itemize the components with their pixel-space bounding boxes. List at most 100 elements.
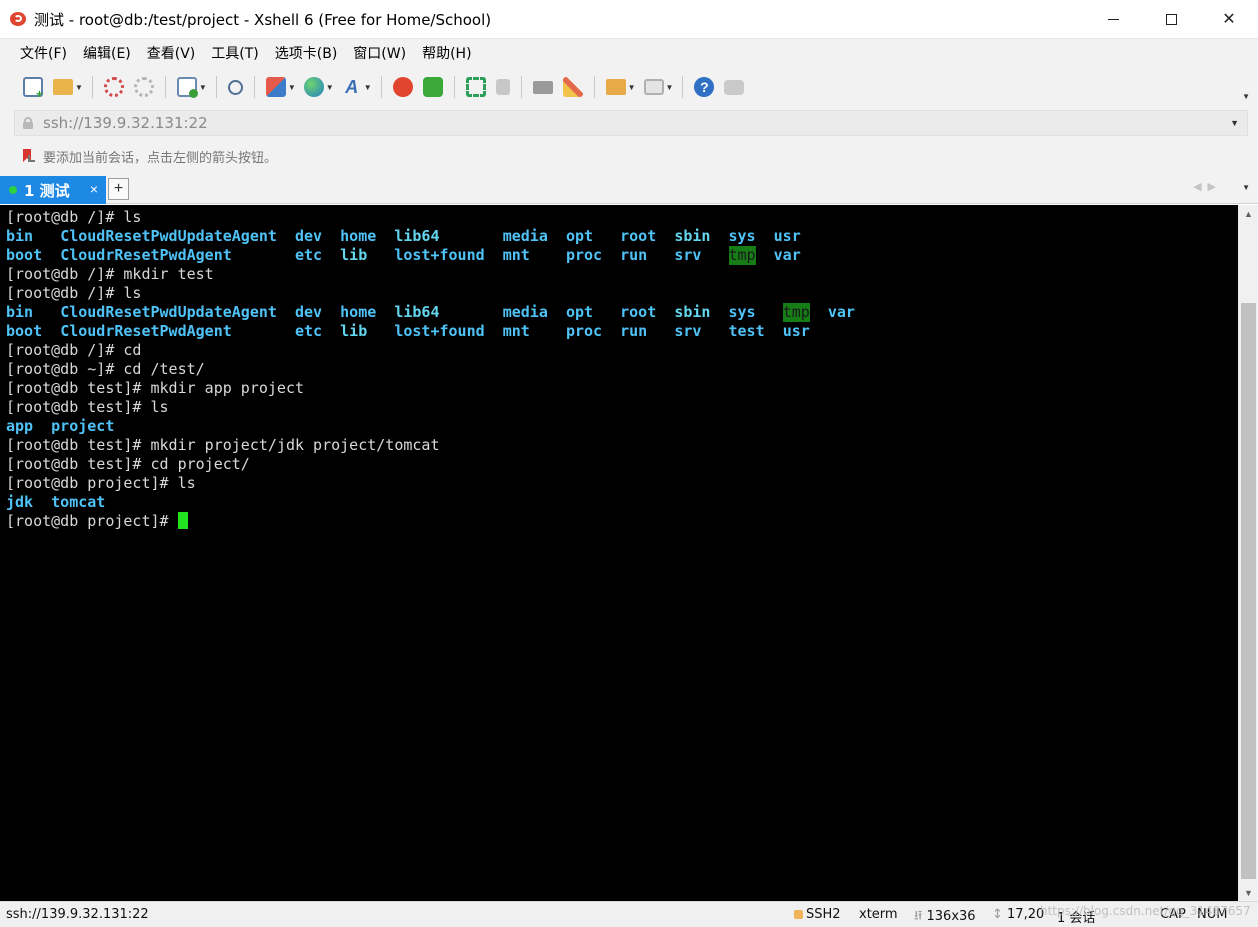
open-folder-icon[interactable]: [53, 79, 73, 95]
menu-window[interactable]: 窗口(W): [345, 39, 414, 69]
menu-file[interactable]: 文件(F): [12, 39, 75, 69]
menu-view[interactable]: 查看(V): [139, 39, 204, 69]
minimize-button[interactable]: [1084, 0, 1142, 38]
toolbar-separator: [215, 76, 217, 98]
disconnect-icon[interactable]: [133, 77, 154, 97]
terminal-text: [root@db project]# ls: [6, 474, 196, 492]
status-protocol-wrapper: SSH2: [794, 907, 841, 922]
close-button[interactable]: ✕: [1200, 0, 1258, 38]
terminal-line: [root@db /]# mkdir test: [6, 265, 1238, 284]
xshell-icon[interactable]: [392, 77, 413, 97]
find-icon[interactable]: [227, 79, 243, 95]
connected-status-icon: [9, 186, 17, 194]
xftp-icon[interactable]: [422, 77, 443, 97]
layout-dropdown-icon[interactable]: ▼: [666, 83, 674, 92]
help-icon[interactable]: ?: [694, 77, 715, 97]
scrollbar-thumb[interactable]: [1241, 303, 1256, 879]
terminal-scrollbar[interactable]: ▲ ▼: [1238, 205, 1258, 901]
close-icon: ✕: [1222, 11, 1236, 28]
lock-icon: [23, 117, 33, 129]
add-session-arrow-icon[interactable]: [22, 149, 35, 163]
address-dropdown-icon[interactable]: ▼: [1230, 118, 1239, 128]
terminal-text: etc: [295, 246, 323, 264]
font-dropdown-icon[interactable]: ▼: [364, 83, 372, 92]
scroll-down-icon[interactable]: ▼: [1239, 884, 1258, 901]
keyboard-icon[interactable]: [532, 80, 553, 94]
globe-icon[interactable]: [303, 77, 324, 97]
toolbar-separator: [380, 76, 382, 98]
tab-menu-icon[interactable]: ▼: [1242, 183, 1250, 192]
add-tab-button[interactable]: +: [108, 178, 129, 200]
terminal-line: jdk tomcat: [6, 493, 1238, 512]
terminal-output[interactable]: [root@db /]# ls bin CloudResetPwdUpdateAg…: [0, 205, 1238, 901]
terminal-text: var: [827, 303, 855, 321]
menu-tabs[interactable]: 选项卡(B): [267, 39, 346, 69]
terminal-text: [root@db /]# ls: [6, 284, 142, 302]
cursor-position-icon: ↕: [992, 907, 1008, 922]
properties-dropdown-icon[interactable]: ▼: [199, 83, 207, 92]
toolbar-separator: [453, 76, 455, 98]
status-protocol: SSH2: [806, 907, 841, 922]
font-icon[interactable]: A: [342, 77, 362, 97]
toolbar-separator: [91, 76, 93, 98]
tab-scroll-arrows-icon[interactable]: ◀▶: [1193, 180, 1222, 193]
add-tab-icon[interactable]: [605, 79, 626, 95]
terminal-text: lib64: [394, 227, 440, 245]
terminal-line: app project: [6, 417, 1238, 436]
terminal-text: srv: [674, 322, 702, 340]
terminal-line: [root@db project]#: [6, 512, 1238, 531]
transfer-icon[interactable]: [265, 77, 286, 97]
terminal-text: home: [340, 227, 377, 245]
layout-icon[interactable]: [643, 79, 664, 95]
open-dropdown-icon[interactable]: ▼: [75, 83, 83, 92]
transfer-dropdown-icon[interactable]: ▼: [288, 83, 296, 92]
terminal-text: [root@db test]# cd project/: [6, 455, 250, 473]
status-connection: ssh://139.9.32.131:22: [6, 907, 149, 922]
lock-icon[interactable]: [495, 79, 510, 95]
tab-session-1[interactable]: 1 测试 ×: [0, 176, 106, 204]
ssh-lock-icon: [794, 910, 803, 919]
globe-dropdown-icon[interactable]: ▼: [326, 83, 334, 92]
terminal-text: run: [620, 322, 648, 340]
connect-icon[interactable]: [103, 77, 124, 97]
terminal-line: boot CloudrResetPwdAgent etc lib lost+fo…: [6, 246, 1238, 265]
fullscreen-icon[interactable]: [465, 77, 486, 97]
terminal-line: [root@db test]# mkdir app project: [6, 379, 1238, 398]
maximize-button[interactable]: [1142, 0, 1200, 38]
highlight-icon[interactable]: [562, 77, 583, 97]
menu-tools[interactable]: 工具(T): [203, 39, 266, 69]
terminal-text: opt: [565, 303, 594, 321]
chat-icon[interactable]: [724, 79, 745, 95]
tab-close-icon[interactable]: ×: [90, 181, 98, 197]
scroll-up-icon[interactable]: ▲: [1239, 205, 1258, 222]
menu-help[interactable]: 帮助(H): [414, 39, 479, 69]
terminal-text: root: [620, 303, 657, 321]
menu-edit[interactable]: 编辑(E): [75, 39, 139, 69]
address-input[interactable]: ssh://139.9.32.131:22 ▼: [14, 110, 1248, 136]
terminal-text: usr: [773, 227, 801, 245]
new-session-icon[interactable]: +: [23, 77, 43, 100]
terminal-text: tmp: [728, 246, 756, 265]
toolbar-overflow-icon[interactable]: ▼: [1242, 92, 1250, 101]
terminal-text: dev: [295, 303, 323, 321]
resize-icon: ⭿: [914, 909, 927, 924]
session-properties-icon[interactable]: [176, 77, 198, 98]
terminal-text: CloudrResetPwdAgent: [60, 246, 232, 264]
add-tab-dropdown-icon[interactable]: ▼: [628, 83, 636, 92]
